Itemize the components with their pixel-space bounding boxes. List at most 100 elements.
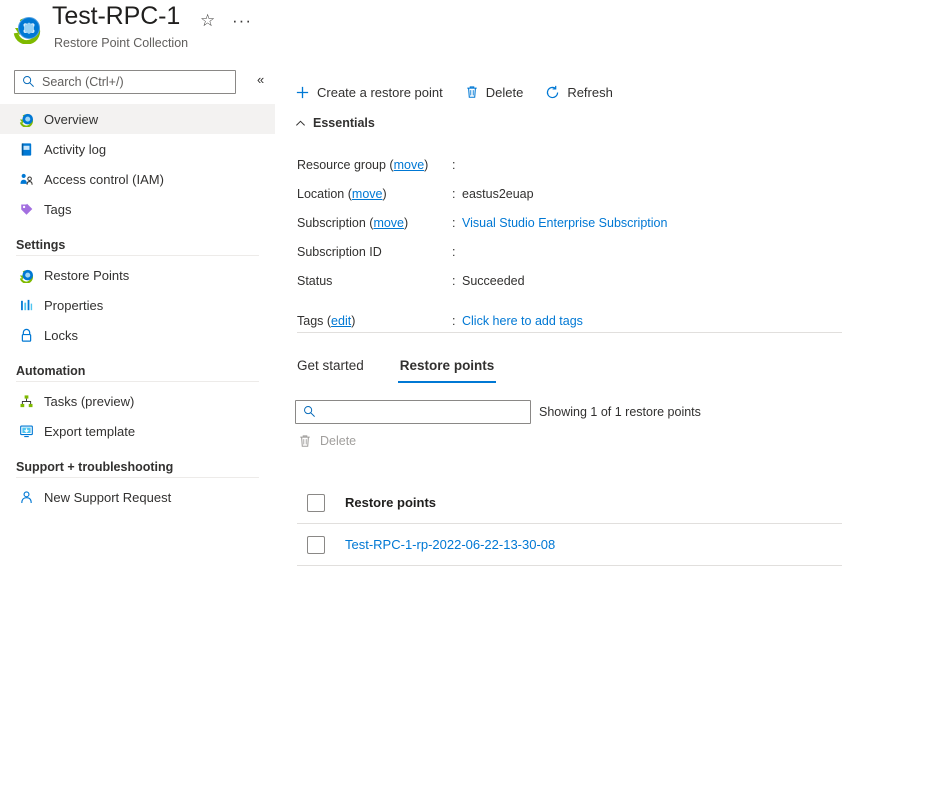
tasks-icon	[18, 393, 34, 409]
essentials-toggle[interactable]: Essentials	[295, 116, 375, 130]
property-colon: :	[452, 313, 456, 328]
sidebar-item-label: Export template	[44, 423, 136, 439]
delete-button[interactable]: Delete	[465, 78, 536, 106]
filter-input[interactable]	[321, 401, 526, 423]
sidebar-item-properties[interactable]: Properties	[0, 290, 275, 320]
azure-portal-blade: Test-RPC-1 Restore Point Collection ☆ ··…	[0, 0, 935, 804]
chevron-up-icon	[295, 118, 306, 129]
property-label: Resource group (move)	[297, 157, 429, 172]
edit-tags-link[interactable]: edit	[331, 314, 351, 328]
sidebar-item-restore-points[interactable]: Restore Points	[0, 260, 275, 290]
create-restore-point-label: Create a restore point	[317, 84, 443, 100]
property-label: Location (move)	[297, 186, 387, 201]
row-select-cell[interactable]	[297, 535, 345, 554]
refresh-icon	[545, 85, 560, 100]
filter-input-wrapper[interactable]	[295, 400, 531, 424]
filter-row: Showing 1 of 1 restore points	[295, 400, 701, 424]
tab-restore-points[interactable]: Restore points	[397, 352, 497, 383]
blade-sidebar: « Overview	[0, 62, 275, 804]
property-row-subscription: Subscription (move) : Visual Studio Ente…	[297, 208, 843, 237]
refresh-button[interactable]: Refresh	[545, 78, 625, 106]
property-row-tags: Tags (edit) : Click here to add tags	[297, 306, 843, 335]
sidebar-item-label: Restore Points	[44, 267, 130, 283]
property-label: Tags (edit)	[297, 313, 356, 328]
sidebar-section-divider	[16, 255, 259, 256]
sidebar-item-tags[interactable]: Tags	[0, 194, 275, 224]
sidebar-item-label: Tasks (preview)	[44, 393, 135, 409]
sidebar-item-label: Overview	[44, 111, 99, 127]
sidebar-item-label: Activity log	[44, 141, 107, 157]
export-template-icon	[18, 423, 34, 439]
collapse-sidebar-button[interactable]: «	[257, 72, 264, 87]
property-label: Subscription (move)	[297, 215, 409, 230]
plus-icon	[295, 85, 310, 100]
sidebar-item-label: Access control (IAM)	[44, 171, 164, 187]
delete-label: Delete	[485, 84, 524, 100]
property-value: eastus2euap	[462, 186, 534, 201]
subscription-link[interactable]: Visual Studio Enterprise Subscription	[462, 216, 667, 230]
tags-icon	[18, 201, 34, 217]
sidebar-section-support: Support + troubleshooting	[16, 460, 174, 474]
restore-points-icon	[18, 267, 34, 283]
favorite-star-icon[interactable]: ☆	[200, 12, 215, 29]
property-label: Status	[297, 273, 333, 288]
search-input-wrapper[interactable]	[14, 70, 236, 94]
property-colon: :	[452, 273, 456, 288]
table-row[interactable]: Test-RPC-1-rp-2022-06-22-13-30-08	[297, 524, 842, 566]
create-restore-point-button[interactable]: Create a restore point	[295, 78, 455, 106]
sidebar-nav: Overview Activity log Access control (IA…	[0, 104, 275, 512]
sidebar-item-label: Locks	[44, 327, 78, 343]
select-all-cell[interactable]	[297, 493, 345, 512]
row-checkbox[interactable]	[307, 535, 325, 554]
property-row-location: Location (move) : eastus2euap	[297, 179, 843, 208]
grid-delete-label: Delete	[320, 434, 357, 448]
table-header-row: Restore points	[297, 482, 842, 524]
sidebar-section-settings: Settings	[16, 238, 66, 252]
property-value: Succeeded	[462, 273, 525, 288]
sidebar-item-overview[interactable]: Overview	[0, 104, 275, 134]
sidebar-item-tasks[interactable]: Tasks (preview)	[0, 386, 275, 416]
search-input[interactable]	[40, 71, 230, 93]
restore-points-table: Restore points Test-RPC-1-rp-2022-06-22-…	[297, 482, 842, 566]
trash-icon	[465, 85, 479, 99]
sidebar-item-label: Tags	[44, 201, 72, 217]
sidebar-item-locks[interactable]: Locks	[0, 320, 275, 350]
grid-delete-button[interactable]: Delete	[298, 434, 356, 448]
move-link[interactable]: move	[373, 216, 404, 230]
access-control-icon	[18, 171, 34, 187]
sidebar-section-divider	[16, 381, 259, 382]
property-row-subscription-id: Subscription ID :	[297, 237, 843, 266]
property-colon: :	[452, 215, 456, 230]
essentials-properties: Resource group (move) : Location (move) …	[297, 150, 843, 335]
sidebar-item-access-control[interactable]: Access control (IAM)	[0, 164, 275, 194]
sidebar-item-label: New Support Request	[44, 489, 172, 505]
activity-log-icon	[18, 141, 34, 157]
refresh-label: Refresh	[567, 84, 613, 100]
essentials-divider	[297, 332, 842, 333]
property-colon: :	[452, 186, 456, 201]
blade-content: Create a restore point Delete Refresh Es…	[295, 0, 935, 804]
add-tags-link[interactable]: Click here to add tags	[462, 314, 583, 328]
support-request-icon	[18, 489, 34, 505]
page-subtitle: Restore Point Collection	[54, 36, 189, 50]
property-label: Subscription ID	[297, 244, 382, 259]
sidebar-item-label: Properties	[44, 297, 104, 313]
move-link[interactable]: move	[394, 158, 425, 172]
column-header-restore-points: Restore points	[345, 495, 437, 510]
essentials-label: Essentials	[313, 116, 375, 130]
search-icon	[22, 75, 35, 93]
move-link[interactable]: move	[352, 187, 383, 201]
tab-get-started[interactable]: Get started	[295, 352, 366, 383]
property-colon: :	[452, 157, 456, 172]
sidebar-item-activity-log[interactable]: Activity log	[0, 134, 275, 164]
restore-point-collection-icon	[12, 14, 42, 45]
more-options-icon[interactable]: ···	[232, 12, 252, 29]
property-row-resource-group: Resource group (move) :	[297, 150, 843, 179]
restore-point-link[interactable]: Test-RPC-1-rp-2022-06-22-13-30-08	[345, 537, 555, 552]
lock-icon	[18, 327, 34, 343]
sidebar-item-new-support-request[interactable]: New Support Request	[0, 482, 275, 512]
select-all-checkbox[interactable]	[307, 493, 325, 512]
showing-count-text: Showing 1 of 1 restore points	[539, 405, 701, 419]
sidebar-section-divider	[16, 477, 259, 478]
sidebar-item-export-template[interactable]: Export template	[0, 416, 275, 446]
